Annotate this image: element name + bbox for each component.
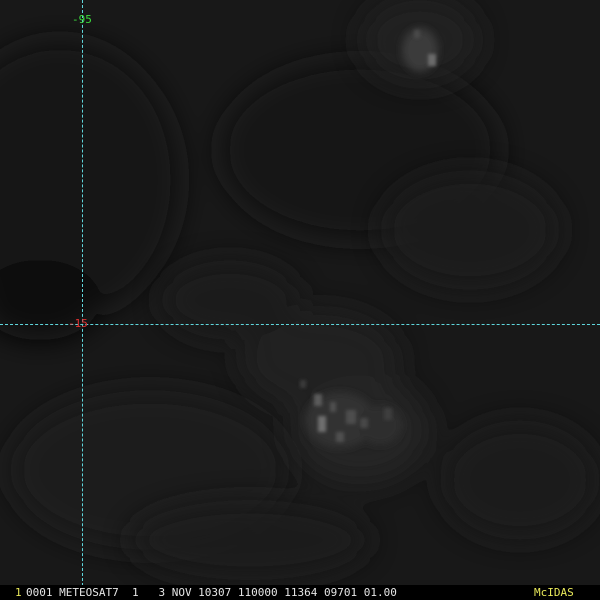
image-metadata-text: 0001 METEOSAT7 1 3 NOV 10307 110000 1136… (26, 586, 397, 599)
satellite-imagery (0, 0, 600, 600)
mcidas-brand: McIDAS (534, 586, 574, 599)
latitude-grid-line (0, 324, 600, 325)
longitude-label: -95 (72, 13, 92, 26)
frame-number: 1 (15, 586, 22, 599)
latitude-label: -15 (68, 317, 88, 330)
satellite-image-frame: -95 -15 1 0001 METEOSAT7 1 3 NOV 10307 1… (0, 0, 600, 600)
status-bar: 1 0001 METEOSAT7 1 3 NOV 10307 110000 11… (0, 585, 600, 600)
longitude-grid-line (82, 0, 83, 586)
